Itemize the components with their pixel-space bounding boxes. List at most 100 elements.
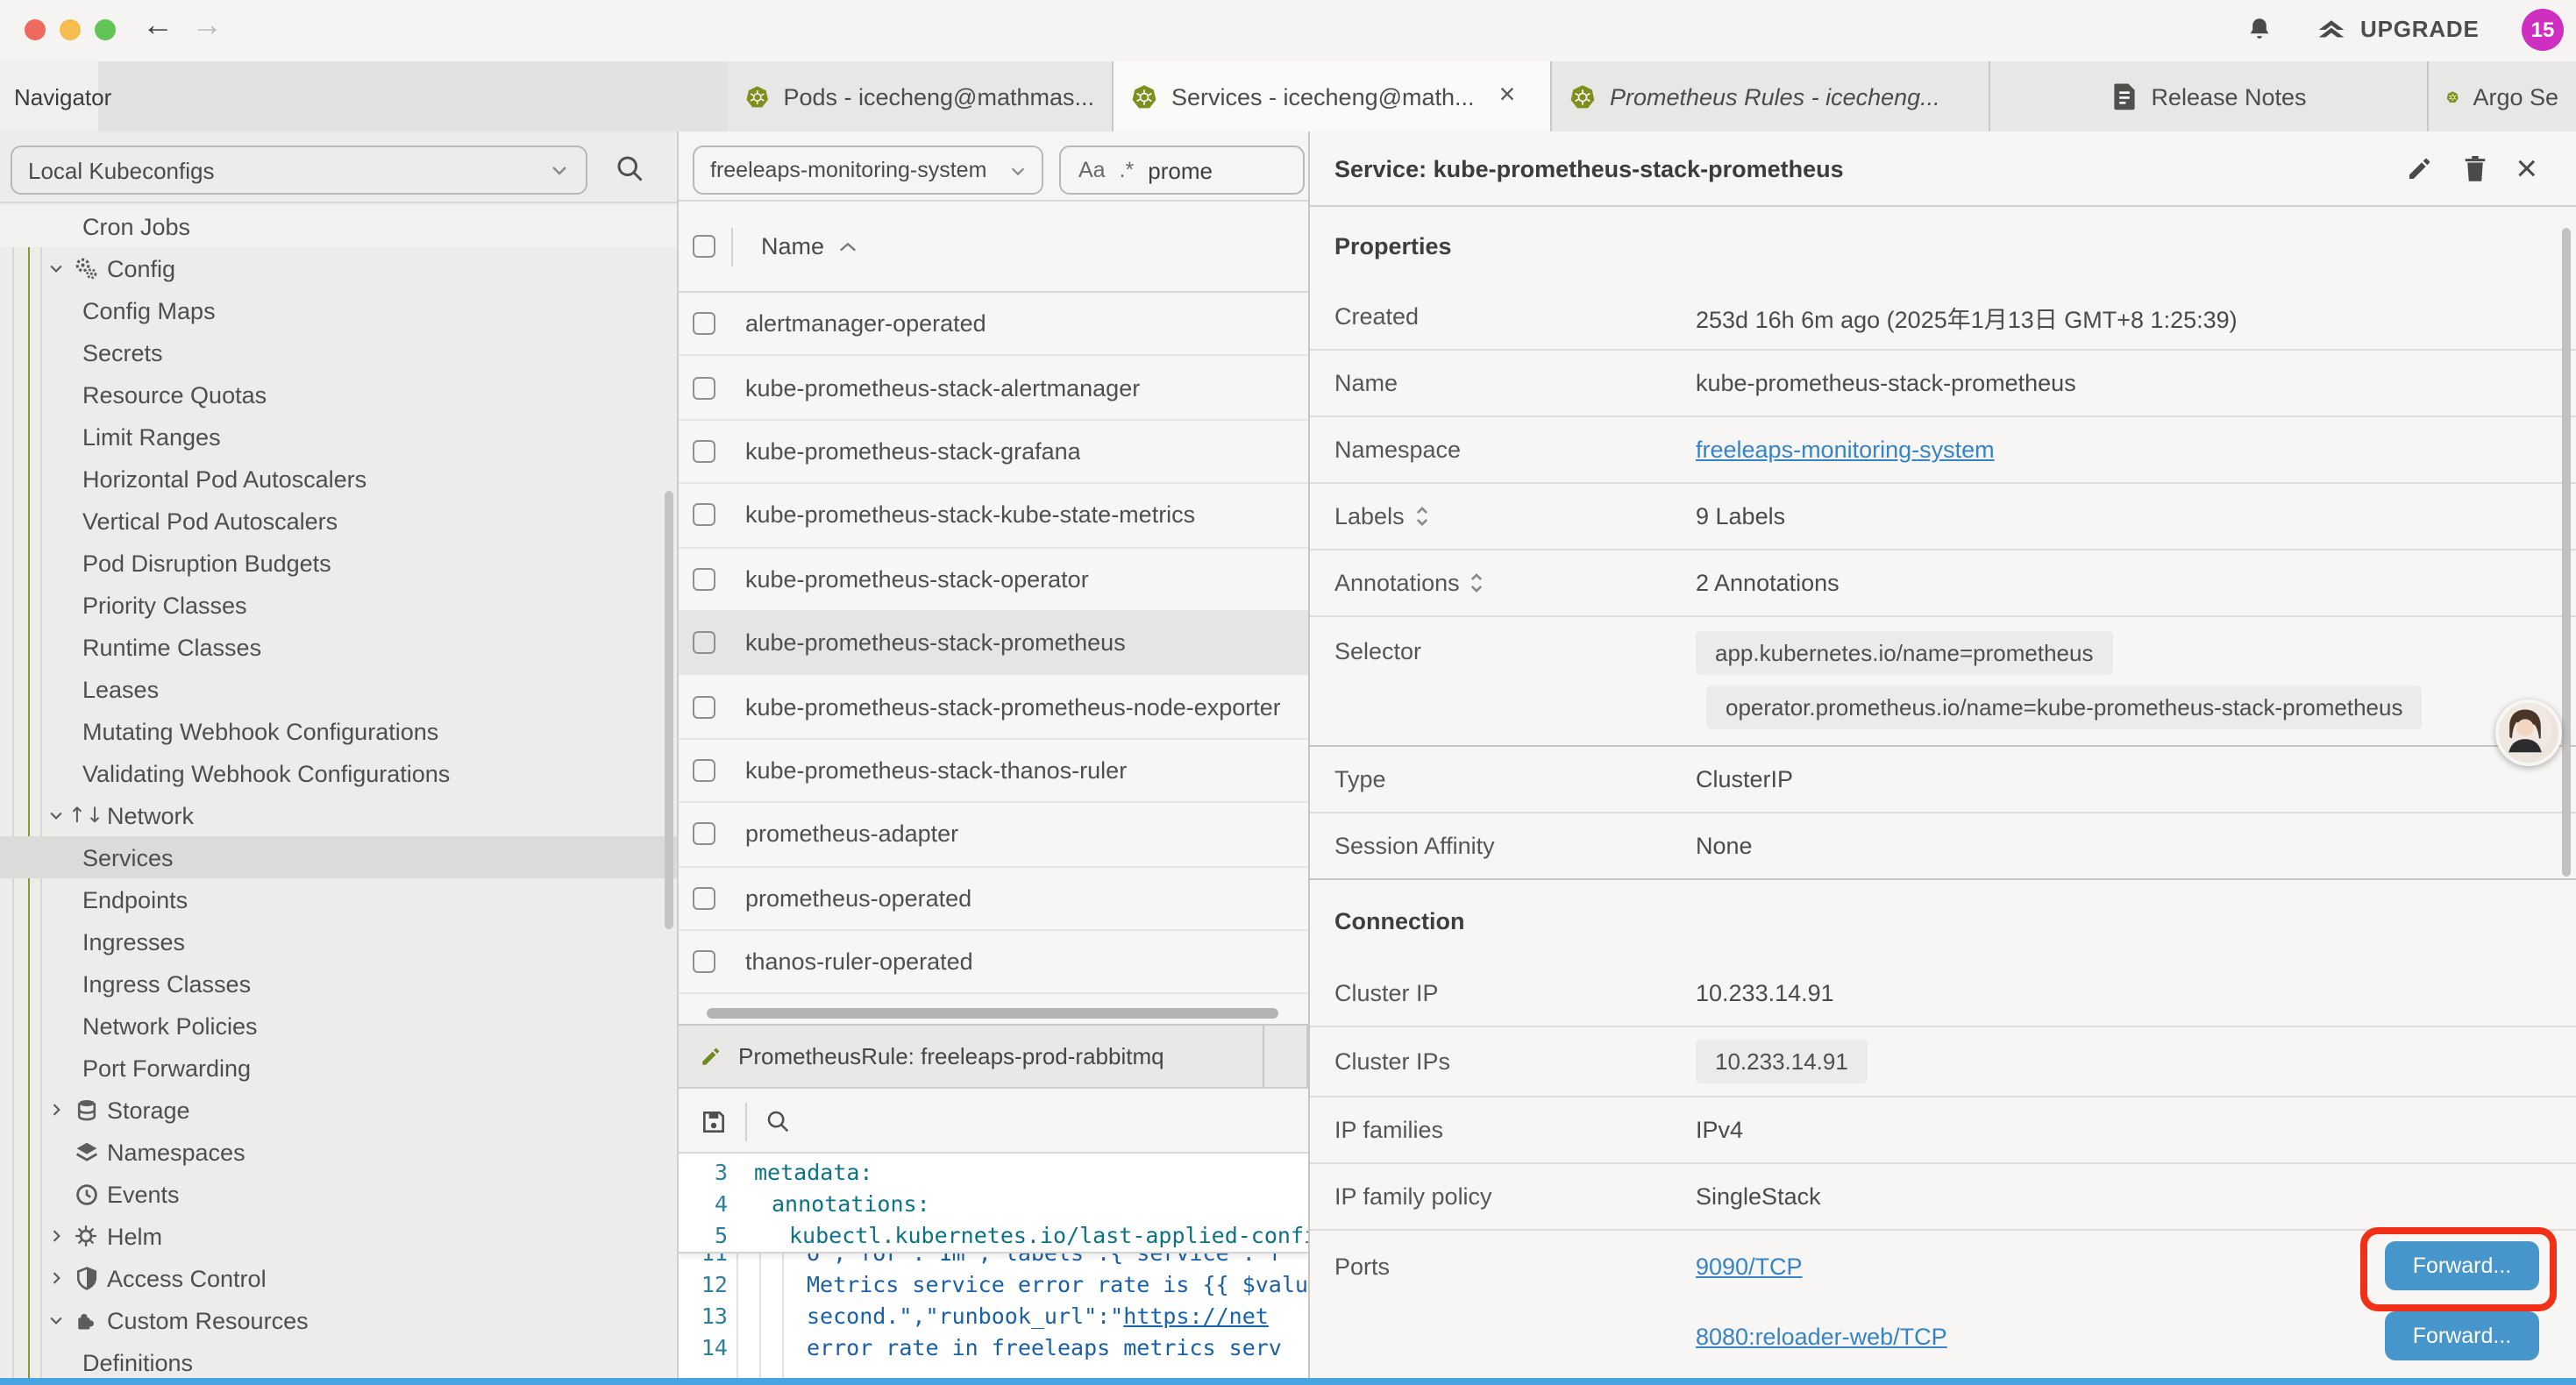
edit-icon[interactable]: [2405, 154, 2433, 182]
expand-updown-icon[interactable]: [1415, 505, 1429, 528]
chevron-down-icon[interactable]: [44, 1311, 68, 1329]
row-checkbox[interactable]: [693, 312, 715, 335]
upgrade-button[interactable]: UPGRADE: [2315, 14, 2480, 44]
row-checkbox[interactable]: [693, 440, 715, 463]
sidebar-item-access-control[interactable]: Access Control: [0, 1257, 677, 1299]
tab-argo[interactable]: Argo Se: [2429, 61, 2576, 131]
back-button[interactable]: ←: [137, 7, 179, 44]
sidebar-item-custom-resources[interactable]: Custom Resources: [0, 1299, 677, 1341]
select-all-checkbox[interactable]: [693, 235, 715, 258]
table-row[interactable]: prometheus-adapter: [679, 803, 1308, 867]
sidebar-item-vertical-pod-autoscalers[interactable]: Vertical Pod Autoscalers: [0, 500, 677, 542]
port-link-8080[interactable]: 8080:reloader-web/TCP: [1696, 1323, 1947, 1349]
notifications-bell-icon[interactable]: [2245, 14, 2274, 46]
sidebar-item-endpoints[interactable]: Endpoints: [0, 878, 677, 920]
match-case-toggle[interactable]: Aa: [1078, 158, 1106, 182]
chevron-down-icon[interactable]: [44, 259, 68, 277]
forward-button[interactable]: →: [186, 7, 228, 44]
row-checkbox[interactable]: [693, 568, 715, 591]
table-row[interactable]: kube-prometheus-stack-operator: [679, 548, 1308, 612]
sort-asc-icon[interactable]: [838, 239, 857, 253]
sidebar-item-ingresses[interactable]: Ingresses: [0, 920, 677, 962]
close-icon[interactable]: ×: [2516, 150, 2537, 187]
sidebar-item-network-policies[interactable]: Network Policies: [0, 1005, 677, 1047]
sidebar-item-priority-classes[interactable]: Priority Classes: [0, 584, 677, 626]
sidebar-item-storage[interactable]: Storage: [0, 1089, 677, 1131]
editor-search-icon[interactable]: [765, 1108, 791, 1134]
annotations-value[interactable]: 2 Annotations: [1696, 570, 2576, 596]
row-checkbox[interactable]: [693, 631, 715, 654]
kubeconfig-select[interactable]: Local Kubeconfigs: [11, 146, 587, 195]
sidebar-item-config[interactable]: Config: [0, 247, 677, 289]
sidebar-item-secrets[interactable]: Secrets: [0, 331, 677, 373]
sidebar-item-events[interactable]: Events: [0, 1173, 677, 1215]
avatar[interactable]: [2495, 700, 2562, 766]
chevron-right-icon[interactable]: [44, 1101, 68, 1119]
row-checkbox[interactable]: [693, 376, 715, 399]
sidebar-item-config-maps[interactable]: Config Maps: [0, 289, 677, 331]
sidebar-item-limit-ranges[interactable]: Limit Ranges: [0, 416, 677, 458]
sidebar-item-leases[interactable]: Leases: [0, 668, 677, 710]
sidebar-item-namespaces[interactable]: Namespaces: [0, 1131, 677, 1173]
row-checkbox[interactable]: [693, 759, 715, 782]
sidebar-item-validating-webhook-configurations[interactable]: Validating Webhook Configurations: [0, 752, 677, 794]
namespace-link[interactable]: freeleaps-monitoring-system: [1696, 437, 1995, 463]
tab-prometheus-rules[interactable]: Prometheus Rules - icecheng...: [1552, 61, 1990, 131]
chevron-right-icon[interactable]: [44, 1227, 68, 1245]
table-row[interactable]: kube-prometheus-stack-prometheus-node-ex…: [679, 676, 1308, 740]
row-checkbox[interactable]: [693, 886, 715, 909]
yaml-editor[interactable]: 3metadata: 4annotations: 5kubectl.kubern…: [679, 1154, 1308, 1378]
sidebar-item-cron-jobs[interactable]: Cron Jobs: [0, 205, 677, 247]
labels-value[interactable]: 9 Labels: [1696, 503, 2576, 529]
filter-input[interactable]: Aa .* prome: [1059, 146, 1305, 195]
name-column-header[interactable]: Name: [761, 233, 824, 259]
namespace-select[interactable]: freeleaps-monitoring-system: [693, 146, 1043, 195]
sidebar-item-ingress-classes[interactable]: Ingress Classes: [0, 962, 677, 1005]
sidebar-item-port-forwarding[interactable]: Port Forwarding: [0, 1047, 677, 1089]
detail-scrollbar[interactable]: [2562, 228, 2571, 877]
sidebar-search-icon[interactable]: [614, 153, 645, 184]
table-row[interactable]: kube-prometheus-stack-grafana: [679, 421, 1308, 485]
close-window-button[interactable]: [25, 19, 46, 40]
close-tab-icon[interactable]: ×: [1499, 82, 1516, 110]
table-row[interactable]: alertmanager-operated: [679, 293, 1308, 357]
row-checkbox[interactable]: [693, 823, 715, 846]
row-checkbox[interactable]: [693, 695, 715, 718]
code-link[interactable]: https://net: [1123, 1301, 1269, 1332]
table-row[interactable]: kube-prometheus-stack-thanos-ruler: [679, 739, 1308, 803]
editor-tab-partial[interactable]: [1264, 1026, 1308, 1087]
navigator-tab[interactable]: Navigator: [0, 61, 98, 131]
regex-toggle[interactable]: .*: [1120, 158, 1135, 182]
tab-release-notes[interactable]: Release Notes: [1990, 61, 2429, 131]
table-row[interactable]: thanos-ruler-operated: [679, 931, 1308, 995]
table-row[interactable]: prometheus-operated: [679, 867, 1308, 931]
table-row-selected[interactable]: kube-prometheus-stack-prometheus: [679, 612, 1308, 676]
sidebar-item-services[interactable]: Services: [0, 836, 677, 878]
minimize-window-button[interactable]: [60, 19, 81, 40]
expand-updown-icon[interactable]: [1470, 572, 1484, 594]
sidebar-item-network[interactable]: ↑↓ Network: [0, 794, 677, 836]
horizontal-scrollbar[interactable]: [707, 1008, 1278, 1019]
sidebar-item-runtime-classes[interactable]: Runtime Classes: [0, 626, 677, 668]
port-link-9090[interactable]: 9090/TCP: [1696, 1253, 1803, 1279]
tab-services[interactable]: Services - icecheng@math... ×: [1114, 61, 1552, 131]
sidebar-item-resource-quotas[interactable]: Resource Quotas: [0, 373, 677, 416]
zoom-window-button[interactable]: [95, 19, 116, 40]
sidebar-item-horizontal-pod-autoscalers[interactable]: Horizontal Pod Autoscalers: [0, 458, 677, 500]
notification-count-badge[interactable]: 15: [2522, 9, 2564, 51]
chevron-down-icon[interactable]: [44, 806, 68, 824]
editor-tab-prometheusrule[interactable]: PrometheusRule: freeleaps-prod-rabbitmq: [679, 1026, 1264, 1087]
chevron-right-icon[interactable]: [44, 1269, 68, 1287]
sidebar-item-helm[interactable]: Helm: [0, 1215, 677, 1257]
tab-pods[interactable]: Pods - icecheng@mathmas...: [728, 61, 1114, 131]
table-row[interactable]: kube-prometheus-stack-alertmanager: [679, 357, 1308, 421]
row-checkbox[interactable]: [693, 504, 715, 527]
table-row[interactable]: kube-prometheus-stack-kube-state-metrics: [679, 484, 1308, 548]
row-checkbox[interactable]: [693, 950, 715, 973]
sidebar-item-pod-disruption-budgets[interactable]: Pod Disruption Budgets: [0, 542, 677, 584]
forward-button-8080[interactable]: Forward...: [2385, 1311, 2539, 1360]
delete-icon[interactable]: [2461, 153, 2487, 183]
sidebar-scrollbar[interactable]: [665, 491, 673, 929]
forward-button-9090[interactable]: Forward...: [2385, 1241, 2539, 1290]
sidebar-item-definitions[interactable]: Definitions: [0, 1341, 677, 1378]
